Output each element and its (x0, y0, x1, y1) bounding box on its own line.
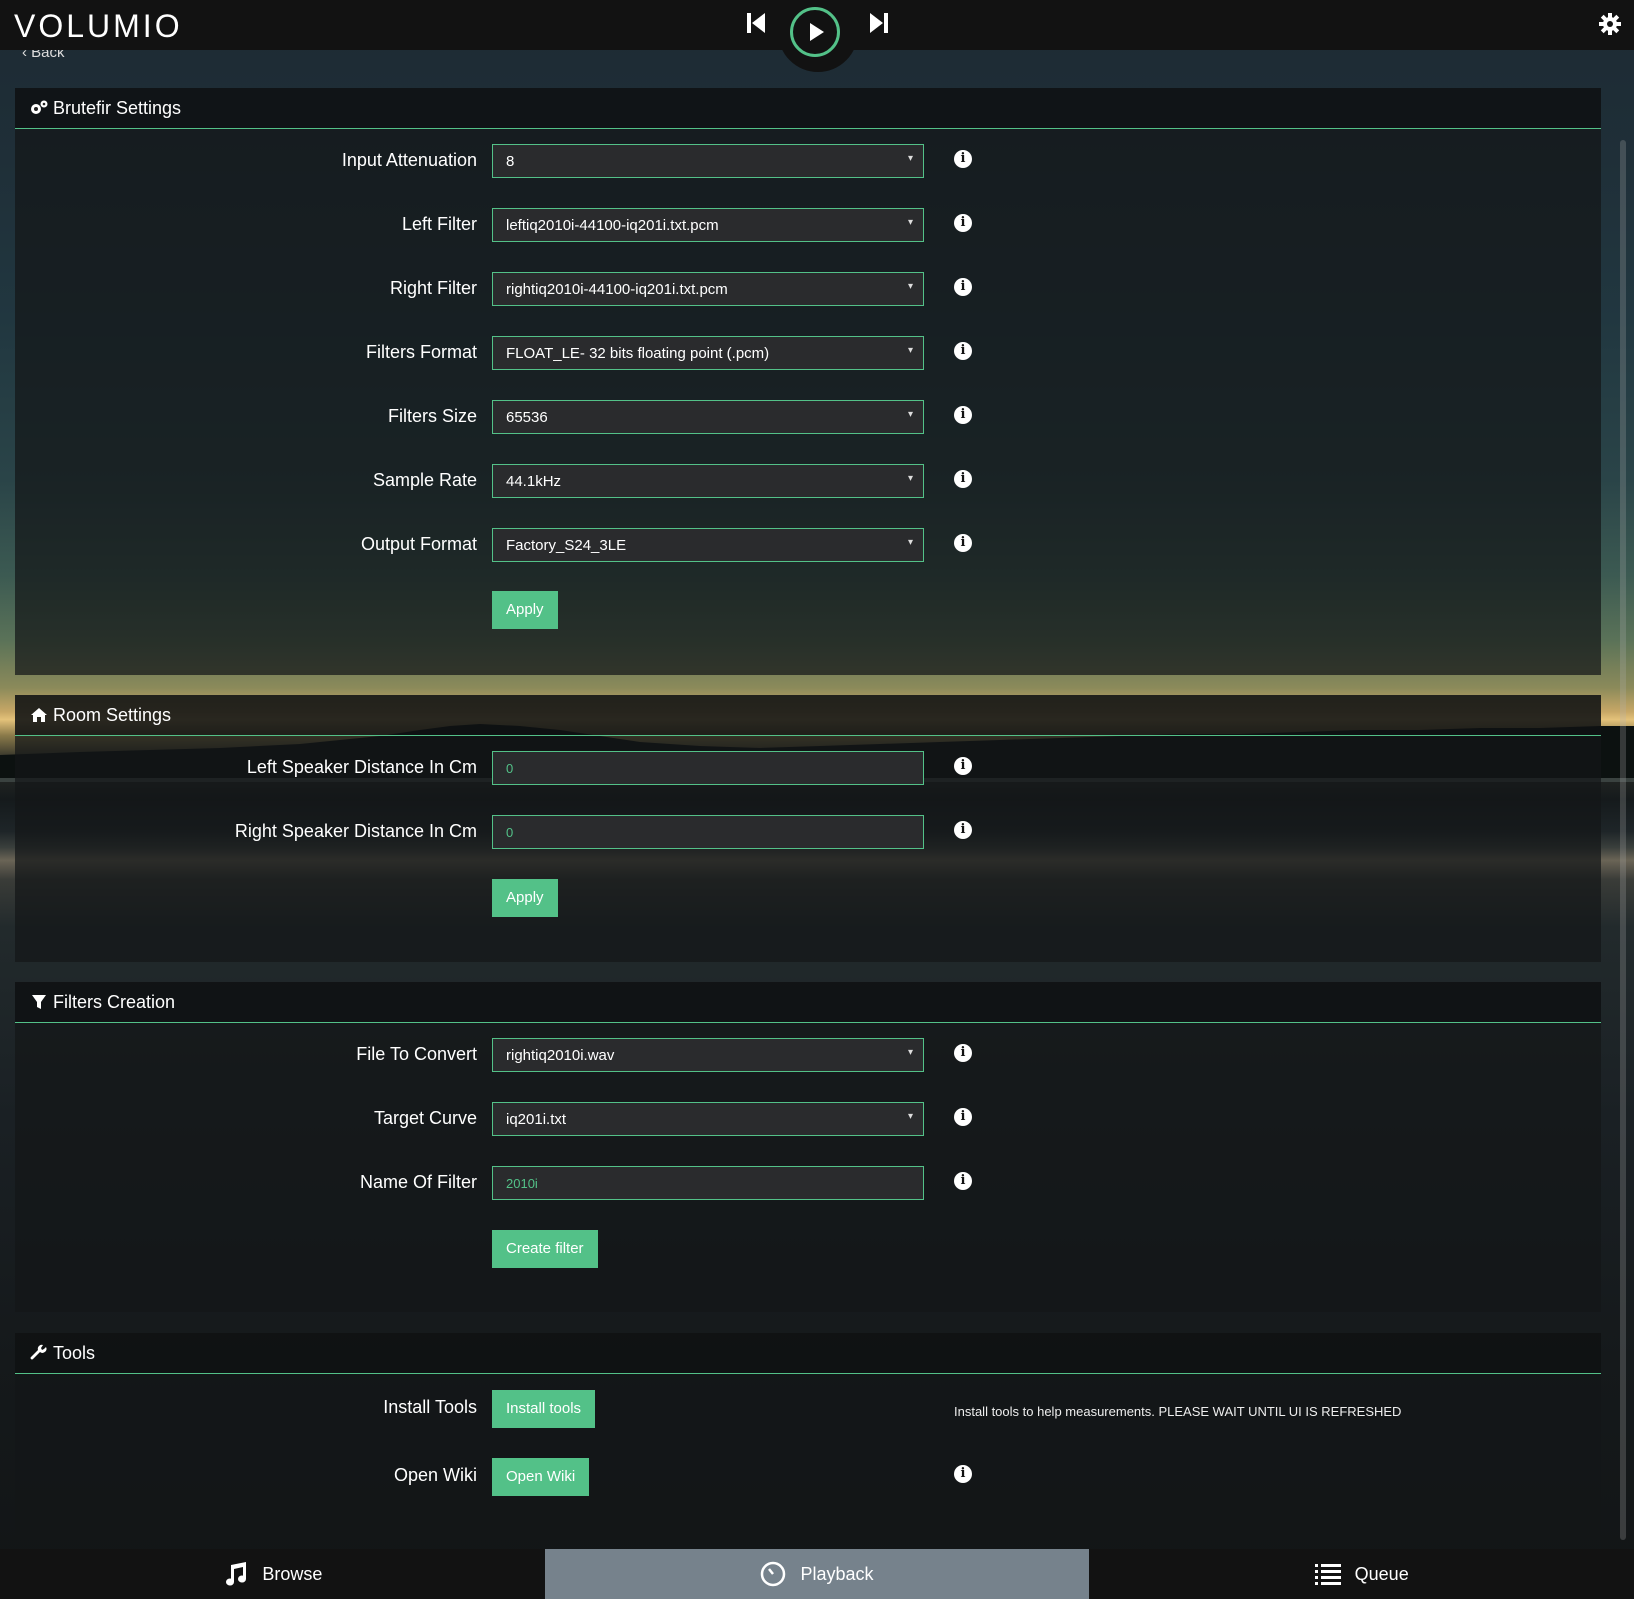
caret-down-icon: ▾ (907, 217, 913, 228)
field-label: Output Format (360, 534, 477, 554)
setting-row: Sample Rate 44.1kHz ▾ i (15, 464, 1601, 498)
caret-down-icon: ▾ (907, 1111, 913, 1122)
sample-rate-select[interactable]: 44.1kHz ▾ (492, 464, 924, 498)
create-filter-button[interactable]: Create filter (492, 1230, 598, 1268)
play-button[interactable] (790, 7, 840, 57)
setting-row: Left Filter leftiq2010i-44100-iq201i.txt… (15, 208, 1601, 242)
section-header: Room Settings (15, 695, 1601, 736)
field-label: Sample Rate (372, 470, 477, 490)
file-to-convert-select[interactable]: rightiq2010i.wav ▾ (492, 1038, 924, 1072)
list-icon (1314, 1564, 1341, 1585)
previous-track-button[interactable] (745, 10, 769, 36)
bottom-tab-bar: Browse Playback Queue (0, 1549, 1634, 1599)
setting-row: Filters Format FLOAT_LE- 32 bits floatin… (15, 336, 1601, 370)
field-label: Name Of Filter (359, 1172, 477, 1192)
brutefir-apply-button[interactable]: Apply (492, 591, 558, 629)
left-speaker-distance-input[interactable]: 0 (492, 751, 924, 785)
scrollbar[interactable] (1620, 140, 1626, 1540)
setting-row: Output Format Factory_S24_3LE ▾ i (15, 528, 1601, 562)
info-icon[interactable]: i (954, 214, 972, 232)
settings-gear-icon[interactable] (1598, 12, 1622, 36)
info-icon[interactable]: i (954, 342, 972, 360)
caret-down-icon: ▾ (907, 153, 913, 164)
input-attenuation-select[interactable]: 8 ▾ (492, 144, 924, 178)
tab-queue[interactable]: Queue (1089, 1549, 1634, 1599)
right-filter-select[interactable]: rightiq2010i-44100-iq201i.txt.pcm ▾ (492, 272, 924, 306)
tools-section: Tools Install Tools Install tools Instal… (15, 1333, 1601, 1540)
section-header: Brutefir Settings (15, 88, 1601, 129)
caret-down-icon: ▾ (907, 345, 913, 356)
clock-icon (761, 1561, 786, 1587)
caret-down-icon: ▾ (907, 281, 913, 292)
music-note-icon (226, 1562, 247, 1586)
open-wiki-button[interactable]: Open Wiki (492, 1458, 590, 1496)
caret-down-icon: ▾ (907, 1047, 913, 1058)
field-label: Filters Size (387, 406, 477, 426)
info-icon[interactable]: i (954, 406, 972, 424)
left-filter-select[interactable]: leftiq2010i-44100-iq201i.txt.pcm ▾ (492, 208, 924, 242)
tab-playback[interactable]: Playback (544, 1549, 1090, 1599)
field-label: Left Speaker Distance In Cm (246, 757, 477, 777)
field-label: Filters Format (365, 342, 477, 362)
caret-down-icon: ▾ (907, 473, 913, 484)
setting-row: Input Attenuation 8 ▾ i (15, 144, 1601, 178)
info-icon[interactable]: i (954, 1172, 972, 1190)
section-title: Filters Creation (53, 991, 176, 1012)
next-track-button[interactable] (866, 10, 890, 36)
filters-size-select[interactable]: 65536 ▾ (492, 400, 924, 434)
gears-icon (29, 99, 49, 117)
setting-row: Name Of Filter 2010i i (15, 1166, 1601, 1200)
setting-row: File To Convert rightiq2010i.wav ▾ i (15, 1038, 1601, 1072)
field-label: Install Tools (383, 1397, 477, 1417)
field-label: Right Filter (389, 278, 477, 298)
room-settings-section: Room Settings Left Speaker Distance In C… (15, 695, 1601, 962)
install-tools-note: Install tools to help measurements. PLEA… (954, 1404, 1402, 1419)
install-tools-button[interactable]: Install tools (492, 1390, 596, 1428)
info-icon[interactable]: i (954, 278, 972, 296)
brutefir-settings-section: Brutefir Settings Input Attenuation 8 ▾ i… (15, 88, 1601, 675)
info-icon[interactable]: i (954, 1465, 972, 1483)
setting-row: Right Filter rightiq2010i-44100-iq201i.t… (15, 272, 1601, 306)
setting-row: Target Curve iq201i.txt ▾ i (15, 1102, 1601, 1136)
field-label: File To Convert (356, 1044, 477, 1064)
tab-browse[interactable]: Browse (0, 1549, 545, 1599)
section-title: Tools (53, 1342, 96, 1363)
field-label: Right Speaker Distance In Cm (234, 821, 477, 841)
setting-row: Filters Size 65536 ▾ i (15, 400, 1601, 434)
setting-row: Open Wiki i (15, 1459, 1601, 1493)
name-of-filter-input[interactable]: 2010i (492, 1166, 924, 1200)
info-icon[interactable]: i (954, 757, 972, 775)
wrench-icon (29, 1344, 49, 1362)
filters-format-select[interactable]: FLOAT_LE- 32 bits floating point (.pcm) ▾ (492, 336, 924, 370)
field-label: Input Attenuation (341, 150, 477, 170)
field-label: Open Wiki (393, 1465, 477, 1485)
room-apply-button[interactable]: Apply (492, 879, 558, 917)
caret-down-icon: ▾ (907, 409, 913, 420)
play-icon (810, 23, 824, 41)
output-format-select[interactable]: Factory_S24_3LE ▾ (492, 528, 924, 562)
info-icon[interactable]: i (954, 1108, 972, 1126)
home-icon (29, 706, 49, 724)
setting-row: Right Speaker Distance In Cm 0 i (15, 815, 1601, 849)
section-header: Tools (15, 1333, 1601, 1374)
info-icon[interactable]: i (954, 470, 972, 488)
right-speaker-distance-input[interactable]: 0 (492, 815, 924, 849)
section-title: Brutefir Settings (53, 97, 182, 118)
setting-row: Left Speaker Distance In Cm 0 i (15, 751, 1601, 785)
target-curve-select[interactable]: iq201i.txt ▾ (492, 1102, 924, 1136)
field-label: Target Curve (373, 1108, 477, 1128)
filter-icon (29, 993, 49, 1011)
section-header: Filters Creation (15, 982, 1601, 1023)
section-title: Room Settings (53, 704, 172, 725)
info-icon[interactable]: i (954, 534, 972, 552)
filters-creation-section: Filters Creation File To Convert rightiq… (15, 982, 1601, 1312)
info-icon[interactable]: i (954, 1044, 972, 1062)
volumio-logo: VOLUMIO (14, 8, 183, 44)
caret-down-icon: ▾ (907, 537, 913, 548)
field-label: Left Filter (401, 214, 477, 234)
info-icon[interactable]: i (954, 150, 972, 168)
info-icon[interactable]: i (954, 821, 972, 839)
